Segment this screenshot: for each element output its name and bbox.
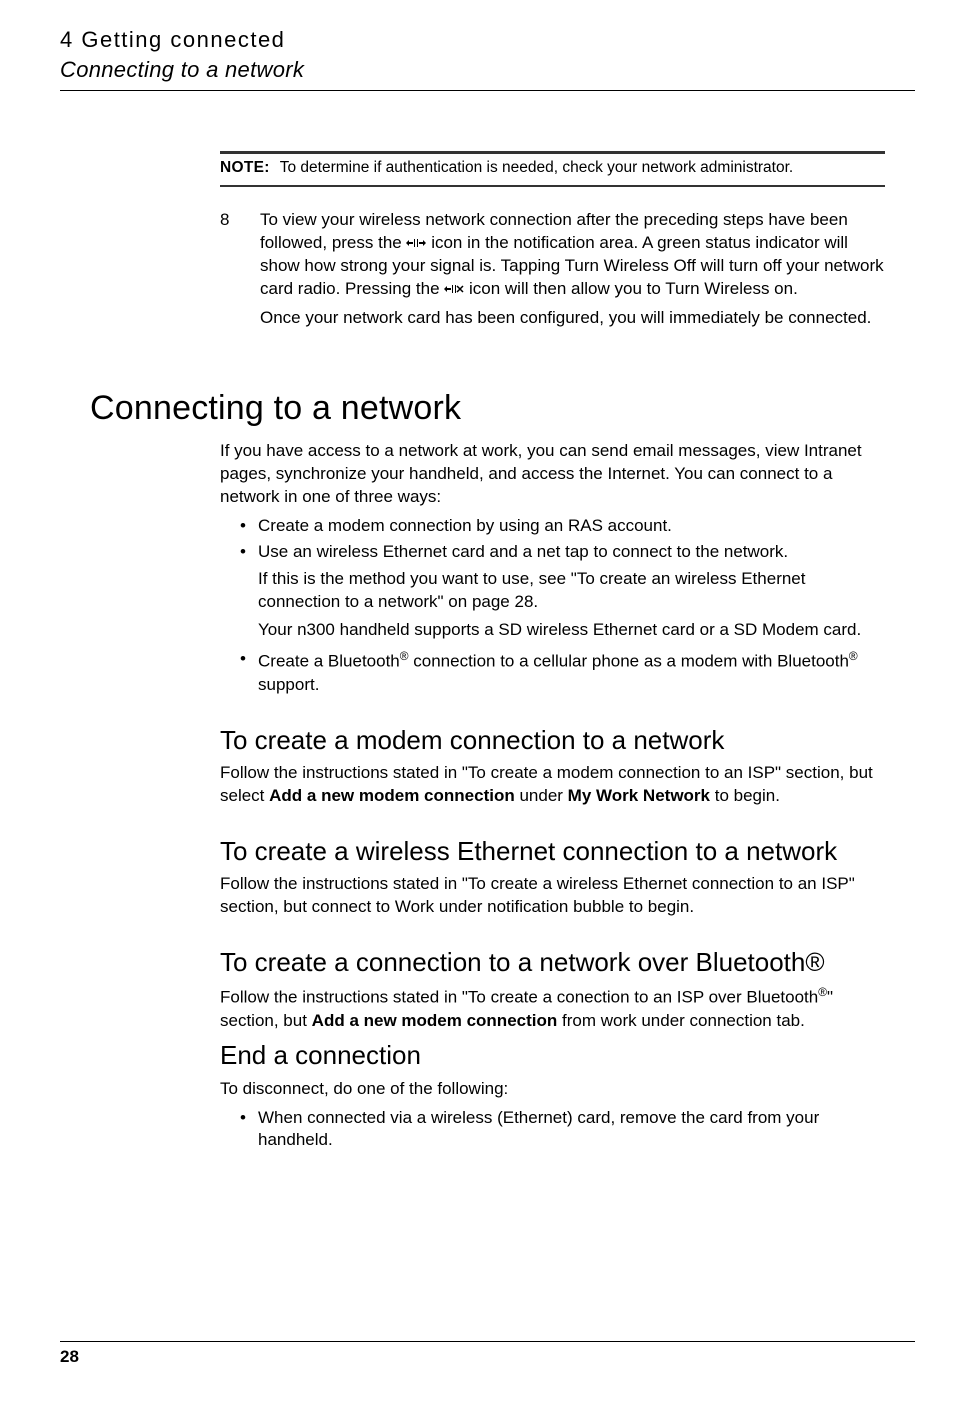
sub4-heading: End a connection — [220, 1038, 885, 1073]
page-content: NOTE:To determine if authentication is n… — [0, 151, 975, 1152]
bullet-3b: connection to a cellular phone as a mode… — [409, 652, 849, 671]
sub3-heading: To create a connection to a network over… — [220, 945, 885, 980]
running-header: 4 Getting connected Connecting to a netw… — [0, 0, 975, 84]
bullet-2-text: Use an wireless Ethernet card and a net … — [258, 542, 788, 561]
note-label: NOTE: — [220, 159, 280, 176]
wireless-signal-icon — [406, 235, 426, 251]
registered-icon: ® — [818, 985, 827, 999]
sub3-pre: Follow the instructions stated in "To cr… — [220, 988, 818, 1007]
registered-icon: ® — [400, 649, 409, 663]
note-block: NOTE:To determine if authentication is n… — [220, 151, 885, 187]
header-rule — [60, 90, 915, 91]
sub2-heading: To create a wireless Ethernet connection… — [220, 834, 885, 869]
sub4-bullets: When connected via a wireless (Ethernet)… — [220, 1107, 885, 1153]
footer-rule — [60, 1341, 915, 1342]
sub1-post: to begin. — [710, 786, 780, 805]
note-text: To determine if authentication is needed… — [280, 159, 794, 176]
step-8: 8 To view your wireless network connecti… — [220, 209, 885, 336]
main-intro: If you have access to a network at work,… — [220, 440, 885, 509]
wireless-off-icon — [444, 281, 464, 297]
bullet-2-sub1: If this is the method you want to use, s… — [258, 568, 885, 614]
step-body: To view your wireless network connection… — [260, 209, 885, 336]
sub2-para: Follow the instructions stated in "To cr… — [220, 873, 885, 919]
main-body: If you have access to a network at work,… — [220, 440, 885, 1153]
step8-p1: To view your wireless network connection… — [260, 209, 885, 301]
bullet-1: Create a modem connection by using an RA… — [240, 515, 885, 538]
bullet-3: Create a Bluetooth® connection to a cell… — [240, 648, 885, 697]
page-footer: 28 — [60, 1341, 915, 1369]
sub1-bold2: My Work Network — [568, 786, 710, 805]
chapter-title: 4 Getting connected — [60, 25, 975, 55]
sub1-bold1: Add a new modem connection — [269, 786, 515, 805]
sub1-heading: To create a modem connection to a networ… — [220, 723, 885, 758]
sub4-para: To disconnect, do one of the following: — [220, 1078, 885, 1101]
main-heading: Connecting to a network — [90, 386, 885, 432]
bullet-3c: support. — [258, 675, 319, 694]
main-bullets: Create a modem connection by using an RA… — [220, 515, 885, 697]
bullet-2-sub2: Your n300 handheld supports a SD wireles… — [258, 619, 885, 642]
sub3-heading-text: To create a connection to a network over… — [220, 947, 805, 977]
registered-icon: ® — [805, 947, 824, 977]
sub1-para: Follow the instructions stated in "To cr… — [220, 762, 885, 808]
registered-icon: ® — [849, 649, 858, 663]
sub4-bullet: When connected via a wireless (Ethernet)… — [240, 1107, 885, 1153]
bullet-2: Use an wireless Ethernet card and a net … — [240, 541, 885, 643]
sub3-post: from work under connection tab. — [557, 1011, 805, 1030]
sub1-mid: under — [515, 786, 568, 805]
page-number: 28 — [60, 1346, 915, 1369]
sub3-bold: Add a new modem connection — [312, 1011, 558, 1030]
section-title: Connecting to a network — [60, 55, 975, 85]
step-number: 8 — [220, 209, 260, 336]
step8-p1c: icon will then allow you to Turn Wireles… — [469, 279, 798, 298]
step8-p2: Once your network card has been configur… — [260, 307, 885, 330]
bullet-3a: Create a Bluetooth — [258, 652, 400, 671]
content-indented: NOTE:To determine if authentication is n… — [220, 151, 885, 336]
sub3-para: Follow the instructions stated in "To cr… — [220, 984, 885, 1033]
